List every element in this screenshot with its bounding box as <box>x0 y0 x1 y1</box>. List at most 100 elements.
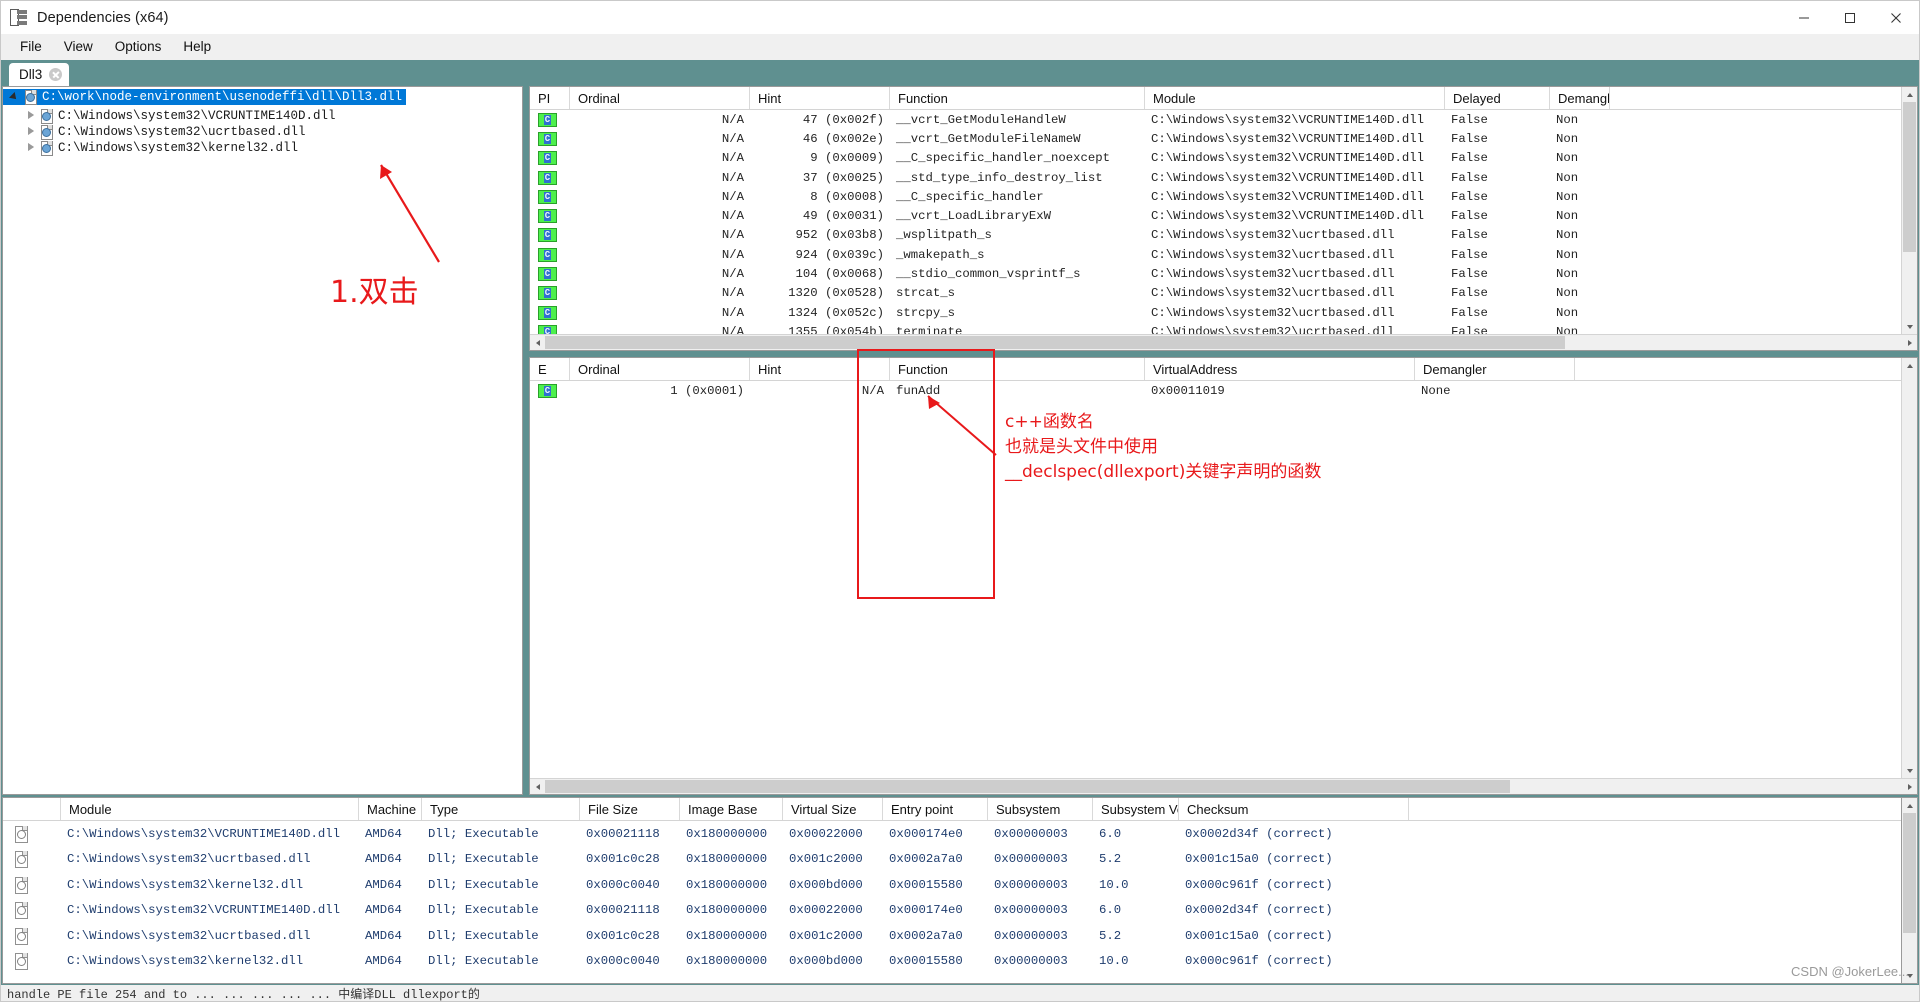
scroll-left-icon[interactable] <box>530 779 545 794</box>
menu-options[interactable]: Options <box>104 36 173 57</box>
chevron-down-icon[interactable] <box>9 91 22 104</box>
chevron-right-icon[interactable] <box>25 141 38 154</box>
scroll-track[interactable] <box>545 335 1902 350</box>
table-row[interactable]: C:\Windows\system32\VCRUNTIME140D.dll AMD… <box>3 821 1901 847</box>
chevron-right-icon[interactable] <box>25 109 38 122</box>
table-row[interactable]: C:\Windows\system32\VCRUNTIME140D.dll AMD… <box>3 898 1901 924</box>
table-row[interactable]: C N/A 37 (0x0025) __std_type_info_destroy_l… <box>530 168 1901 187</box>
cell: N/A <box>721 267 744 282</box>
scroll-right-icon[interactable] <box>1902 335 1917 350</box>
tree-node-label: C:\Windows\system32\kernel32.dll <box>58 140 299 155</box>
column-header[interactable]: Image Base <box>680 798 783 820</box>
imports-body[interactable]: C N/A 47 (0x002f) __vcrt_GetModuleHandleW C:… <box>530 110 1901 334</box>
column-header[interactable]: Module <box>61 798 359 820</box>
scroll-thumb[interactable] <box>1903 813 1916 933</box>
column-header[interactable]: Ordinal <box>570 358 750 380</box>
table-row[interactable]: C:\Windows\system32\ucrtbased.dll AMD64 Dl… <box>3 923 1901 949</box>
table-row[interactable]: C N/A 46 (0x002e) __vcrt_GetModuleFileNameW… <box>530 129 1901 148</box>
modules-body[interactable]: C:\Windows\system32\VCRUNTIME140D.dll AMD… <box>3 821 1901 983</box>
menu-view[interactable]: View <box>53 36 104 57</box>
scroll-track[interactable] <box>1902 813 1917 968</box>
scroll-track[interactable] <box>1902 373 1917 763</box>
column-header[interactable]: Function <box>890 87 1145 109</box>
cell: Non <box>1556 151 1579 166</box>
exports-body[interactable]: C 1 (0x0001) N/A funAdd 0x00011019 None <box>530 381 1901 778</box>
tree-node[interactable]: C:\work\node-environment\usenodeffi\dll\… <box>3 89 407 105</box>
scroll-track[interactable] <box>1902 102 1917 319</box>
tab-dll3[interactable]: Dll3 <box>9 63 70 86</box>
column-header[interactable]: Subsystem Ver. <box>1093 798 1179 820</box>
column-header[interactable]: Module <box>1145 87 1445 109</box>
table-row[interactable]: C N/A 9 (0x0009) __C_specific_handler_noexc… <box>530 149 1901 168</box>
export-type-icon: C <box>538 383 557 398</box>
column-header[interactable]: Type <box>422 798 580 820</box>
maximize-button[interactable] <box>1827 1 1873 34</box>
scroll-down-icon[interactable] <box>1902 763 1917 778</box>
imports-vertical-scrollbar[interactable] <box>1901 87 1917 334</box>
table-row[interactable]: C N/A 8 (0x0008) __C_specific_handler C:\Win… <box>530 187 1901 206</box>
column-header[interactable]: E <box>530 358 570 380</box>
scroll-thumb[interactable] <box>545 780 1510 793</box>
table-row[interactable]: C N/A 952 (0x03b8) _wsplitpath_s C:\Windows\… <box>530 226 1901 245</box>
scroll-up-icon[interactable] <box>1902 87 1917 102</box>
table-row[interactable]: C N/A 1324 (0x052c) strcpy_s C:\Windows\syst… <box>530 303 1901 322</box>
table-row[interactable]: C N/A 924 (0x039c) _wmakepath_s C:\Windows\s… <box>530 245 1901 264</box>
column-header[interactable]: Function <box>890 358 1145 380</box>
scroll-down-icon[interactable] <box>1902 319 1917 334</box>
column-header[interactable]: Hint <box>750 358 890 380</box>
scroll-track[interactable] <box>545 779 1902 794</box>
table-row[interactable]: C:\Windows\system32\ucrtbased.dll AMD64 Dl… <box>3 847 1901 873</box>
column-header[interactable]: PI <box>530 87 570 109</box>
scroll-up-icon[interactable] <box>1902 798 1917 813</box>
tree-node[interactable]: C:\Windows\system32\VCRUNTIME140D.dll <box>3 108 522 124</box>
scroll-up-icon[interactable] <box>1902 358 1917 373</box>
tree-node[interactable]: C:\Windows\system32\ucrtbased.dll <box>3 124 522 140</box>
tree-node[interactable]: C:\Windows\system32\kernel32.dll <box>3 140 522 156</box>
column-header[interactable]: Virtual Size <box>783 798 883 820</box>
table-row[interactable]: C N/A 47 (0x002f) __vcrt_GetModuleHandleW C:… <box>530 110 1901 129</box>
exports-horizontal-scrollbar[interactable] <box>530 778 1917 794</box>
column-header[interactable]: Subsystem <box>988 798 1093 820</box>
table-row[interactable]: C N/A 104 (0x0068) __stdio_common_vsprintf_… <box>530 264 1901 283</box>
menu-help[interactable]: Help <box>172 36 222 57</box>
chevron-right-icon[interactable] <box>25 125 38 138</box>
column-header[interactable]: Entry point <box>883 798 988 820</box>
column-header[interactable]: VirtualAddress <box>1145 358 1415 380</box>
scroll-thumb[interactable] <box>545 336 1565 349</box>
cell: Non <box>1556 170 1579 185</box>
cell: C <box>530 383 570 398</box>
menu-file[interactable]: File <box>9 36 53 57</box>
module-tree[interactable]: C:\work\node-environment\usenodeffi\dll\… <box>3 87 522 156</box>
import-type-icon: C <box>538 170 557 185</box>
column-header[interactable]: File Size <box>580 798 680 820</box>
scroll-right-icon[interactable] <box>1902 779 1917 794</box>
column-header[interactable]: Machine <box>359 798 422 820</box>
minimize-button[interactable] <box>1781 1 1827 34</box>
table-row[interactable]: C N/A 1320 (0x0528) strcat_s C:\Windows\syst… <box>530 284 1901 303</box>
table-row[interactable]: C:\Windows\system32\kernel32.dll AMD64 Dll… <box>3 872 1901 898</box>
cell: False <box>1451 228 1488 243</box>
table-row[interactable]: C N/A 49 (0x0031) __vcrt_LoadLibraryExW C:\W… <box>530 206 1901 225</box>
modules-vertical-scrollbar[interactable] <box>1902 797 1918 984</box>
cell: __C_specific_handler_noexcept <box>896 151 1111 166</box>
table-row[interactable]: C 1 (0x0001) N/A funAdd 0x00011019 None <box>530 381 1901 400</box>
cell: None <box>1421 383 1451 398</box>
column-header[interactable]: Hint <box>750 87 890 109</box>
column-header[interactable]: Ordinal <box>570 87 750 109</box>
table-row[interactable]: C N/A 1355 (0x054b) terminate C:\Windows\sys… <box>530 322 1901 334</box>
imports-horizontal-scrollbar[interactable] <box>530 334 1917 350</box>
cell <box>3 927 61 945</box>
exports-vertical-scrollbar[interactable] <box>1901 358 1917 778</box>
column-header[interactable]: Demangler <box>1550 87 1610 109</box>
scroll-left-icon[interactable] <box>530 335 545 350</box>
close-icon[interactable] <box>49 68 63 81</box>
scroll-thumb[interactable] <box>1903 102 1916 252</box>
column-header[interactable] <box>3 798 61 820</box>
cell: 0x0002a7a0 <box>889 928 963 943</box>
cell: C <box>530 247 570 262</box>
column-header[interactable]: Checksum <box>1179 798 1409 820</box>
close-button[interactable] <box>1873 1 1919 34</box>
table-row[interactable]: C:\Windows\system32\kernel32.dll AMD64 Dll… <box>3 949 1901 975</box>
column-header[interactable]: Demangler <box>1415 358 1575 380</box>
column-header[interactable]: Delayed <box>1445 87 1550 109</box>
